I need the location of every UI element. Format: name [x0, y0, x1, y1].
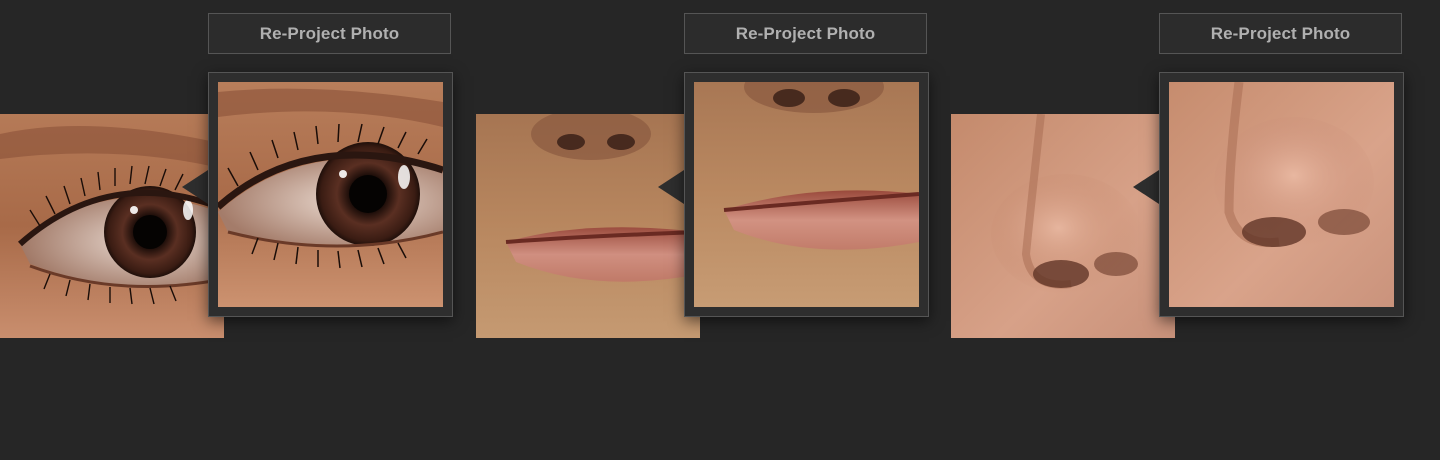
mouth-comparison-group: Re-Project Photo [476, 0, 936, 460]
pointer-arrow-icon [182, 170, 208, 204]
reproject-comparison: Re-Project Photo Re-Project Photo Re-Pro… [0, 0, 1440, 460]
eye-reprojected-photo [218, 82, 443, 307]
mouth-original-photo [476, 114, 700, 338]
eye-reprojected-panel [208, 72, 453, 317]
nose-original-photo [951, 114, 1175, 338]
reproject-photo-button[interactable]: Re-Project Photo [208, 13, 451, 54]
pointer-arrow-icon [658, 170, 684, 204]
mouth-reprojected-panel [684, 72, 929, 317]
reproject-photo-button[interactable]: Re-Project Photo [1159, 13, 1402, 54]
pointer-arrow-icon [1133, 170, 1159, 204]
eye-original-photo [0, 114, 224, 338]
eye-comparison-group: Re-Project Photo [0, 0, 460, 460]
nose-reprojected-panel [1159, 72, 1404, 317]
nose-comparison-group: Re-Project Photo [951, 0, 1411, 460]
mouth-reprojected-photo [694, 82, 919, 307]
nose-reprojected-photo [1169, 82, 1394, 307]
reproject-photo-button[interactable]: Re-Project Photo [684, 13, 927, 54]
